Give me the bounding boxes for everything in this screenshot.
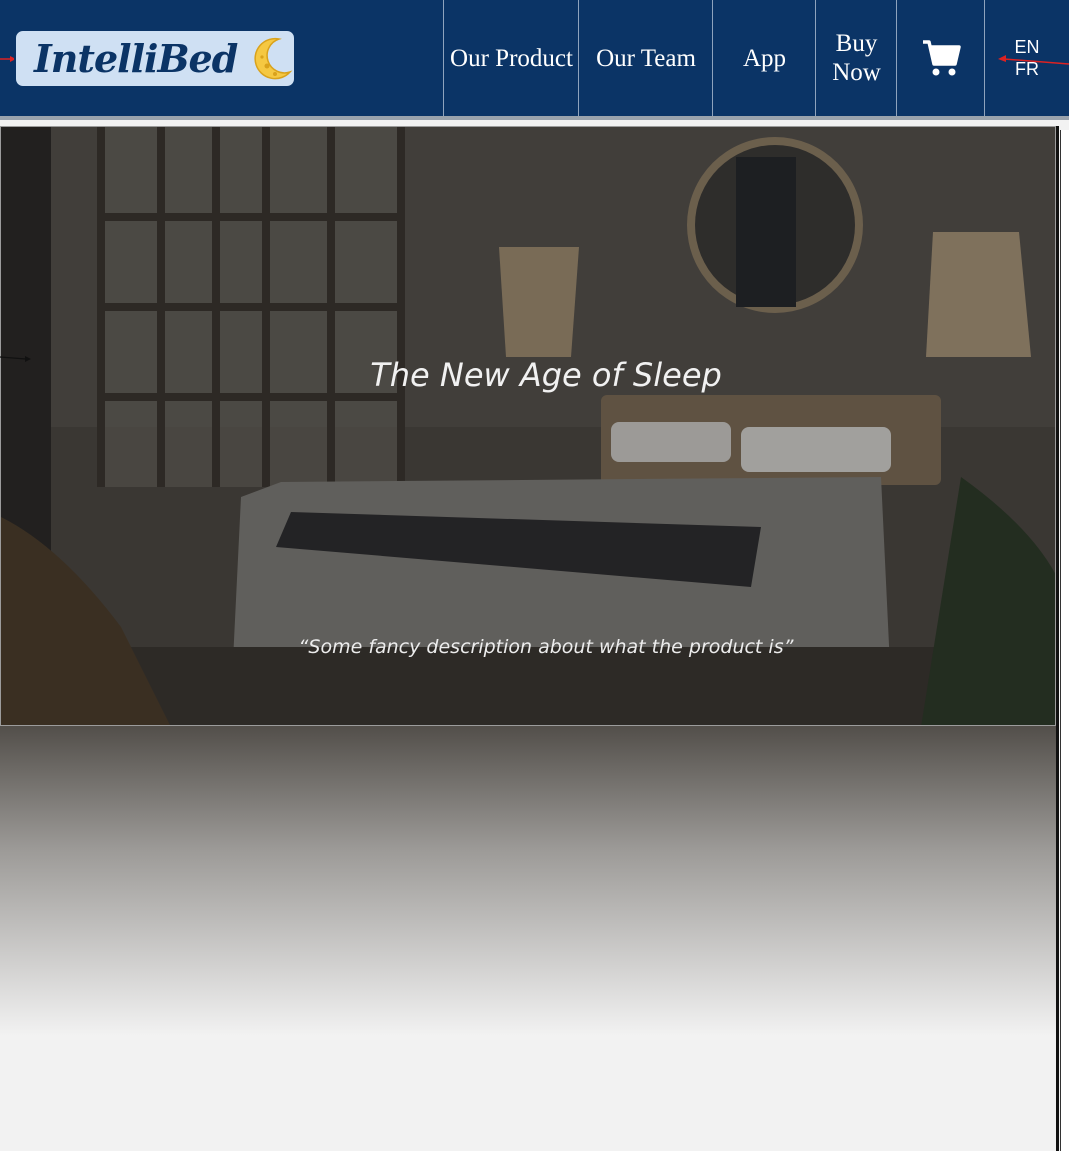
hero-description: “Some fancy description about what the p… — [298, 636, 794, 658]
brand-logo[interactable]: IntelliBed — [14, 29, 296, 88]
crescent-moon-icon — [254, 37, 293, 79]
annotation-arrow — [998, 55, 1069, 65]
nav-our-product[interactable]: Our Product — [443, 0, 579, 116]
hero-title: The New Age of Sleep — [370, 356, 722, 394]
cart-button[interactable] — [896, 0, 985, 116]
nav-app[interactable]: App — [712, 0, 816, 116]
top-navbar: IntelliBed Our Product Our Team App Buy … — [0, 0, 1069, 120]
nav-buy-now[interactable]: Buy Now — [815, 0, 897, 116]
scrollbar[interactable] — [1060, 130, 1069, 1151]
nav-our-team[interactable]: Our Team — [578, 0, 713, 116]
nav-label: Our Product — [450, 44, 573, 72]
shopping-cart-icon — [923, 40, 961, 76]
hero-reflection — [0, 726, 1056, 1036]
brand-name: IntelliBed — [34, 36, 238, 81]
nav-label: Our Team — [596, 44, 696, 72]
nav-label: Buy Now — [832, 30, 881, 86]
page-border — [1056, 126, 1059, 1151]
nav-label: App — [742, 44, 787, 72]
